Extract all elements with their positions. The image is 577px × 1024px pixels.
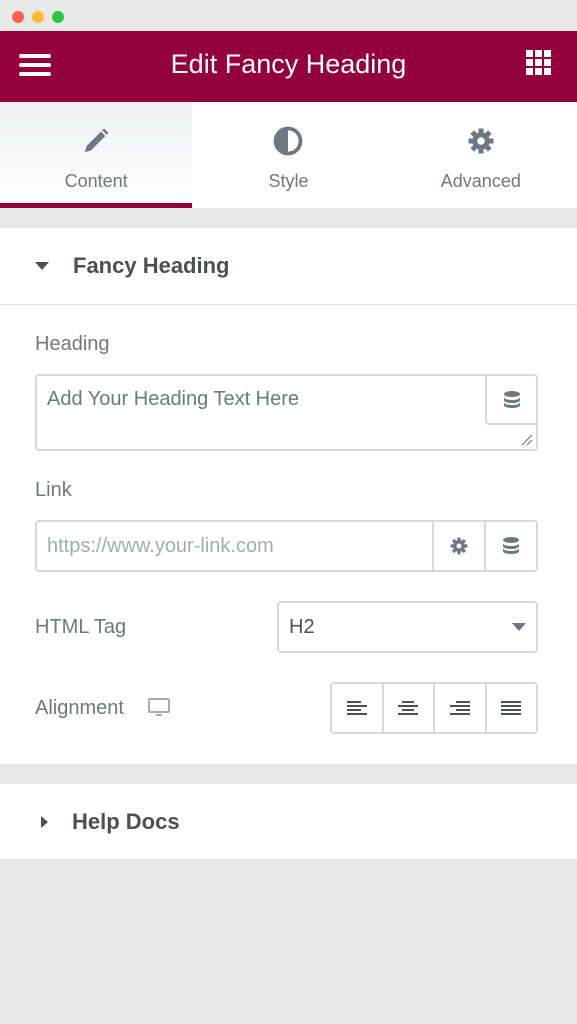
html-tag-label: HTML Tag [35,615,127,638]
html-tag-select[interactable]: H2 [277,601,538,653]
minimize-window-button[interactable] [32,11,44,23]
link-input[interactable]: https://www.your-link.com [35,520,538,572]
section-toggle[interactable]: Fancy Heading [0,228,577,305]
caret-down-icon [35,262,49,270]
tab-bar: Content Style Advanced [0,102,577,208]
pencil-icon [84,128,109,153]
heading-label: Heading [35,333,110,355]
heading-value: Add Your Heading Text Here [47,388,300,410]
resize-handle-icon[interactable] [521,434,533,446]
help-docs-section: Help Docs [0,784,577,859]
fancy-heading-section: Fancy Heading Heading Add Your Heading T… [0,228,577,764]
close-window-button[interactable] [12,11,24,23]
align-left-button[interactable] [332,684,382,732]
dynamic-tags-button[interactable] [485,376,536,425]
heading-textarea[interactable]: Add Your Heading Text Here [35,374,538,451]
caret-right-icon [41,815,48,828]
html-tag-value: H2 [289,615,315,638]
dynamic-tags-button[interactable] [484,522,536,570]
panel-header: Edit Fancy Heading [0,31,577,102]
half-circle-icon [274,126,303,156]
alignment-label: Alignment [35,696,124,719]
maximize-window-button[interactable] [52,11,64,23]
align-center-button[interactable] [381,684,434,732]
database-icon [503,390,520,408]
alignment-control[interactable] [330,682,538,734]
help-docs-toggle[interactable]: Help Docs [0,784,577,859]
link-options-button[interactable] [432,522,484,570]
align-right-icon [449,701,470,715]
align-center-icon [398,701,419,715]
tab-label: Content [64,171,128,191]
grid-icon[interactable] [526,50,551,75]
tab-label: Style [268,171,309,191]
desktop-icon[interactable] [147,698,170,718]
chevron-down-icon [512,623,526,631]
align-justify-icon [501,701,522,715]
page-title: Edit Fancy Heading [170,49,407,79]
gear-icon [450,537,468,555]
link-placeholder: https://www.your-link.com [47,535,274,557]
align-right-button[interactable] [433,684,485,732]
window-titlebar [0,0,577,31]
tab-advanced[interactable]: Advanced [385,102,577,208]
section-title: Fancy Heading [73,253,230,278]
tab-style[interactable]: Style [192,102,384,208]
tab-content[interactable]: Content [0,102,193,208]
database-icon [503,537,519,554]
section-title: Help Docs [72,808,180,834]
align-left-icon [346,701,367,715]
gear-icon [468,128,494,154]
align-justify-button[interactable] [484,684,537,732]
link-label: Link [35,479,72,501]
tab-label: Advanced [440,171,521,191]
